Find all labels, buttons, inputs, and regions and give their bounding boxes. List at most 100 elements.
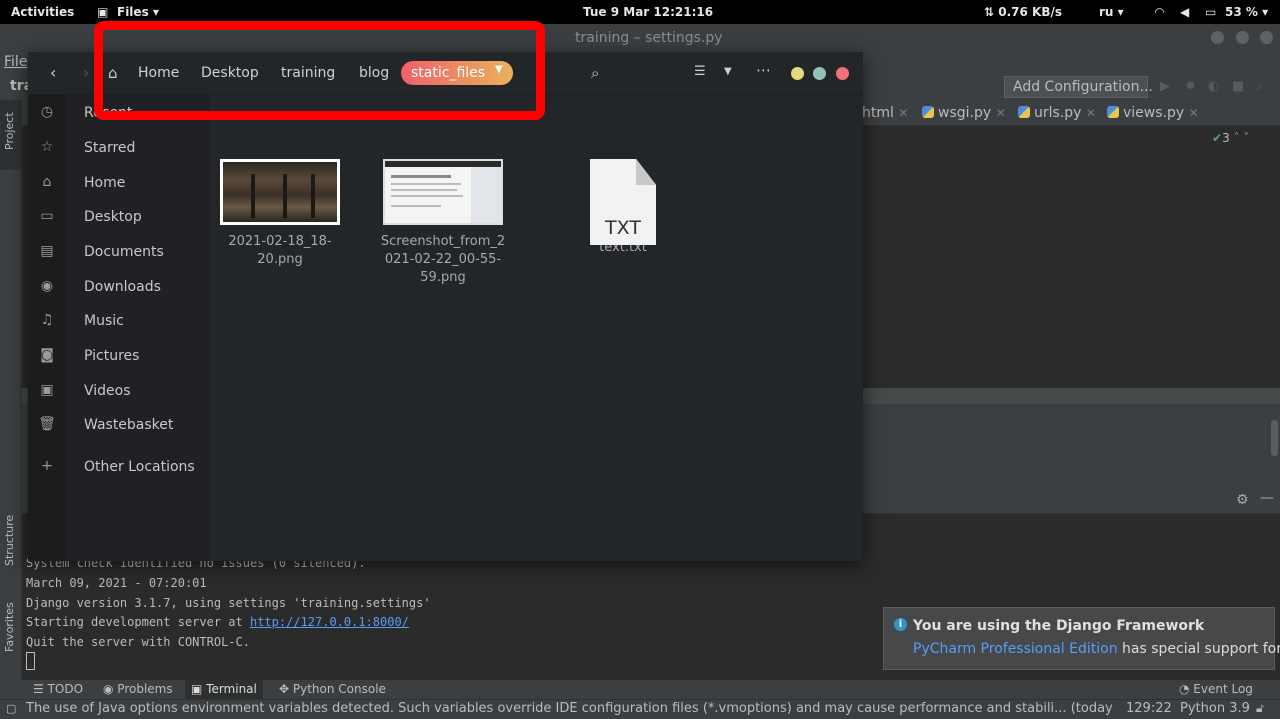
maximize-window-icon[interactable] (813, 67, 826, 80)
file-item[interactable]: Screenshot_from_2021-02-22_00-55-59.png (378, 159, 508, 287)
add-configuration-button[interactable]: Add Configuration... (1004, 76, 1153, 98)
back-icon[interactable]: ‹ (50, 63, 56, 82)
tab-label: Problems (117, 682, 173, 696)
server-url-link[interactable]: http://127.0.0.1:8000/ (250, 615, 409, 629)
close-icon[interactable] (1260, 31, 1273, 44)
project-tool-tab[interactable]: Project (3, 112, 16, 150)
sidebar-item-label: Documents (84, 244, 164, 260)
file-name: Screenshot_from_2021-02-22_00-55-59.png (380, 234, 506, 285)
gear-icon[interactable]: ⚙ (1236, 492, 1249, 508)
app-menu-button[interactable]: Files ▾ (117, 5, 159, 19)
sidebar-item-home[interactable]: ⌂ Home (28, 168, 210, 200)
music-icon: ♫ (40, 312, 54, 328)
sidebar-item-videos[interactable]: ▣ Videos (28, 376, 210, 408)
sidebar-item-label: Home (84, 175, 126, 191)
text-file-icon: TXT (590, 159, 656, 245)
view-options-icon[interactable]: ▼ (724, 66, 732, 77)
sidebar-item-documents[interactable]: ▤ Documents (28, 237, 210, 269)
battery-level[interactable]: 53 % ▾ (1225, 5, 1268, 19)
close-tab-icon[interactable]: ✕ (1189, 106, 1199, 120)
files-app-icon[interactable]: ▣ (97, 5, 108, 19)
file-view[interactable]: 2021-02-18_18-20.png Screenshot_from_202… (210, 95, 863, 561)
menu-icon[interactable]: ⋯ (756, 61, 771, 79)
sidebar-item-starred[interactable]: ☆ Starred (28, 133, 210, 165)
trash-icon: 🗑︎ (38, 416, 56, 432)
sidebar-item-music[interactable]: ♫ Music (28, 306, 210, 338)
tab-label: Terminal (206, 682, 257, 696)
maximize-icon[interactable] (1236, 31, 1249, 44)
tab-views[interactable]: views.py ✕ (1107, 105, 1199, 121)
file-item[interactable]: 2021-02-18_18-20.png (215, 159, 345, 269)
tab-label: html (862, 105, 894, 121)
tab-label: wsgi.py (938, 105, 992, 121)
menu-file[interactable]: File (4, 54, 27, 70)
console-text: Starting development server at (26, 615, 250, 629)
status-message[interactable]: The use of Java options environment vari… (26, 701, 1116, 716)
search-icon[interactable]: ⌕ (591, 64, 599, 82)
volume-icon[interactable]: ◀ (1180, 5, 1189, 19)
hide-panel-icon[interactable]: — (1260, 490, 1274, 506)
downloads-icon: ◉ (40, 278, 54, 294)
chevron-down-icon[interactable]: ˅ (1243, 131, 1249, 145)
wifi-icon[interactable]: ◠ (1155, 5, 1164, 19)
tab-urls[interactable]: urls.py ✕ (1018, 105, 1096, 121)
notification-body: PyCharm Professional Edition has special… (913, 641, 1280, 657)
sidebar-item-pictures[interactable]: ◙ Pictures (28, 341, 210, 373)
tab-wsgi[interactable]: wsgi.py ✕ (922, 105, 1006, 121)
favorites-tool-tab[interactable]: Favorites (3, 602, 16, 652)
tab-label: TODO (47, 682, 84, 696)
debug-icon[interactable]: ✹ (1185, 79, 1196, 94)
file-name: 2021-02-18_18-20.png (228, 234, 332, 267)
run-icon[interactable]: ▶ (1160, 79, 1170, 94)
django-notification[interactable]: i You are using the Django Framework PyC… (883, 607, 1280, 670)
sidebar-item-label: Starred (84, 140, 136, 156)
desktop-icon: ▭ (40, 208, 54, 224)
event-log-tab[interactable]: ◔ Event Log (1179, 682, 1253, 696)
keyboard-layout[interactable]: ru ▾ (1099, 5, 1124, 19)
terminal-tab[interactable]: ▣ Terminal (185, 680, 263, 699)
python-console-tab[interactable]: ✥ Python Console (279, 682, 386, 696)
clock[interactable]: Tue 9 Mar 12:21:16 (583, 5, 713, 19)
battery-icon[interactable]: ▭ (1205, 5, 1216, 19)
close-tab-icon[interactable]: ✕ (996, 106, 1006, 120)
close-tab-icon[interactable]: ✕ (1086, 106, 1096, 120)
toggle-tool-windows-icon[interactable]: ▢ (6, 702, 16, 715)
sidebar-item-desktop[interactable]: ▭ Desktop (28, 202, 210, 234)
console-line: Quit the server with CONTROL-C. (26, 635, 250, 649)
close-window-icon[interactable] (836, 67, 849, 80)
inspection-widget[interactable]: ✔3 ˄ ˅ (1212, 131, 1249, 145)
minimize-icon[interactable] (1211, 31, 1224, 44)
problems-tab[interactable]: ◉ Problems (103, 682, 173, 696)
close-tab-icon[interactable]: ✕ (898, 106, 908, 120)
scrollbar-thumb[interactable] (1271, 420, 1278, 456)
activities-button[interactable]: Activities (11, 5, 74, 19)
chevron-up-icon[interactable]: ˄ (1234, 131, 1240, 145)
plus-icon: + (41, 458, 53, 474)
network-speed: ⇅ 0.76 KB/s (984, 5, 1062, 19)
stop-icon[interactable]: ■ (1232, 79, 1244, 94)
sidebar-item-downloads[interactable]: ◉ Downloads (28, 272, 210, 304)
sidebar-item-label: Other Locations (84, 459, 195, 475)
coverage-icon[interactable]: ◐ (1208, 79, 1219, 94)
todo-tab[interactable]: ☰ TODO (33, 682, 83, 696)
documents-icon: ▤ (40, 243, 54, 259)
minimize-window-icon[interactable] (791, 67, 804, 80)
console-line: March 09, 2021 - 07:20:01 (26, 576, 207, 590)
tab-html[interactable]: html ✕ (862, 105, 908, 121)
sidebar-item-other-locations[interactable]: + Other Locations (28, 452, 210, 484)
tab-label: urls.py (1034, 105, 1082, 121)
python-interpreter[interactable]: Python 3.9 (1180, 701, 1250, 716)
search-everywhere-icon[interactable]: ⌕ (1256, 79, 1263, 94)
cursor-position[interactable]: 129:22 (1126, 701, 1172, 716)
home-icon: ⌂ (42, 174, 52, 190)
pycharm-pro-link[interactable]: PyCharm Professional Edition (913, 641, 1118, 657)
list-view-icon[interactable]: ☰ (694, 64, 706, 79)
structure-tool-tab[interactable]: Structure (3, 515, 16, 566)
sidebar-item-label: Wastebasket (84, 417, 174, 433)
lock-icon[interactable]: 🔓︎ (1256, 701, 1264, 716)
python-file-icon (1107, 106, 1119, 118)
sidebar-item-wastebasket[interactable]: 🗑︎ Wastebasket (28, 410, 210, 442)
file-item[interactable]: TXT text.txt (558, 159, 688, 257)
tab-label: Python Console (292, 682, 386, 696)
forward-icon[interactable]: › (83, 63, 89, 82)
